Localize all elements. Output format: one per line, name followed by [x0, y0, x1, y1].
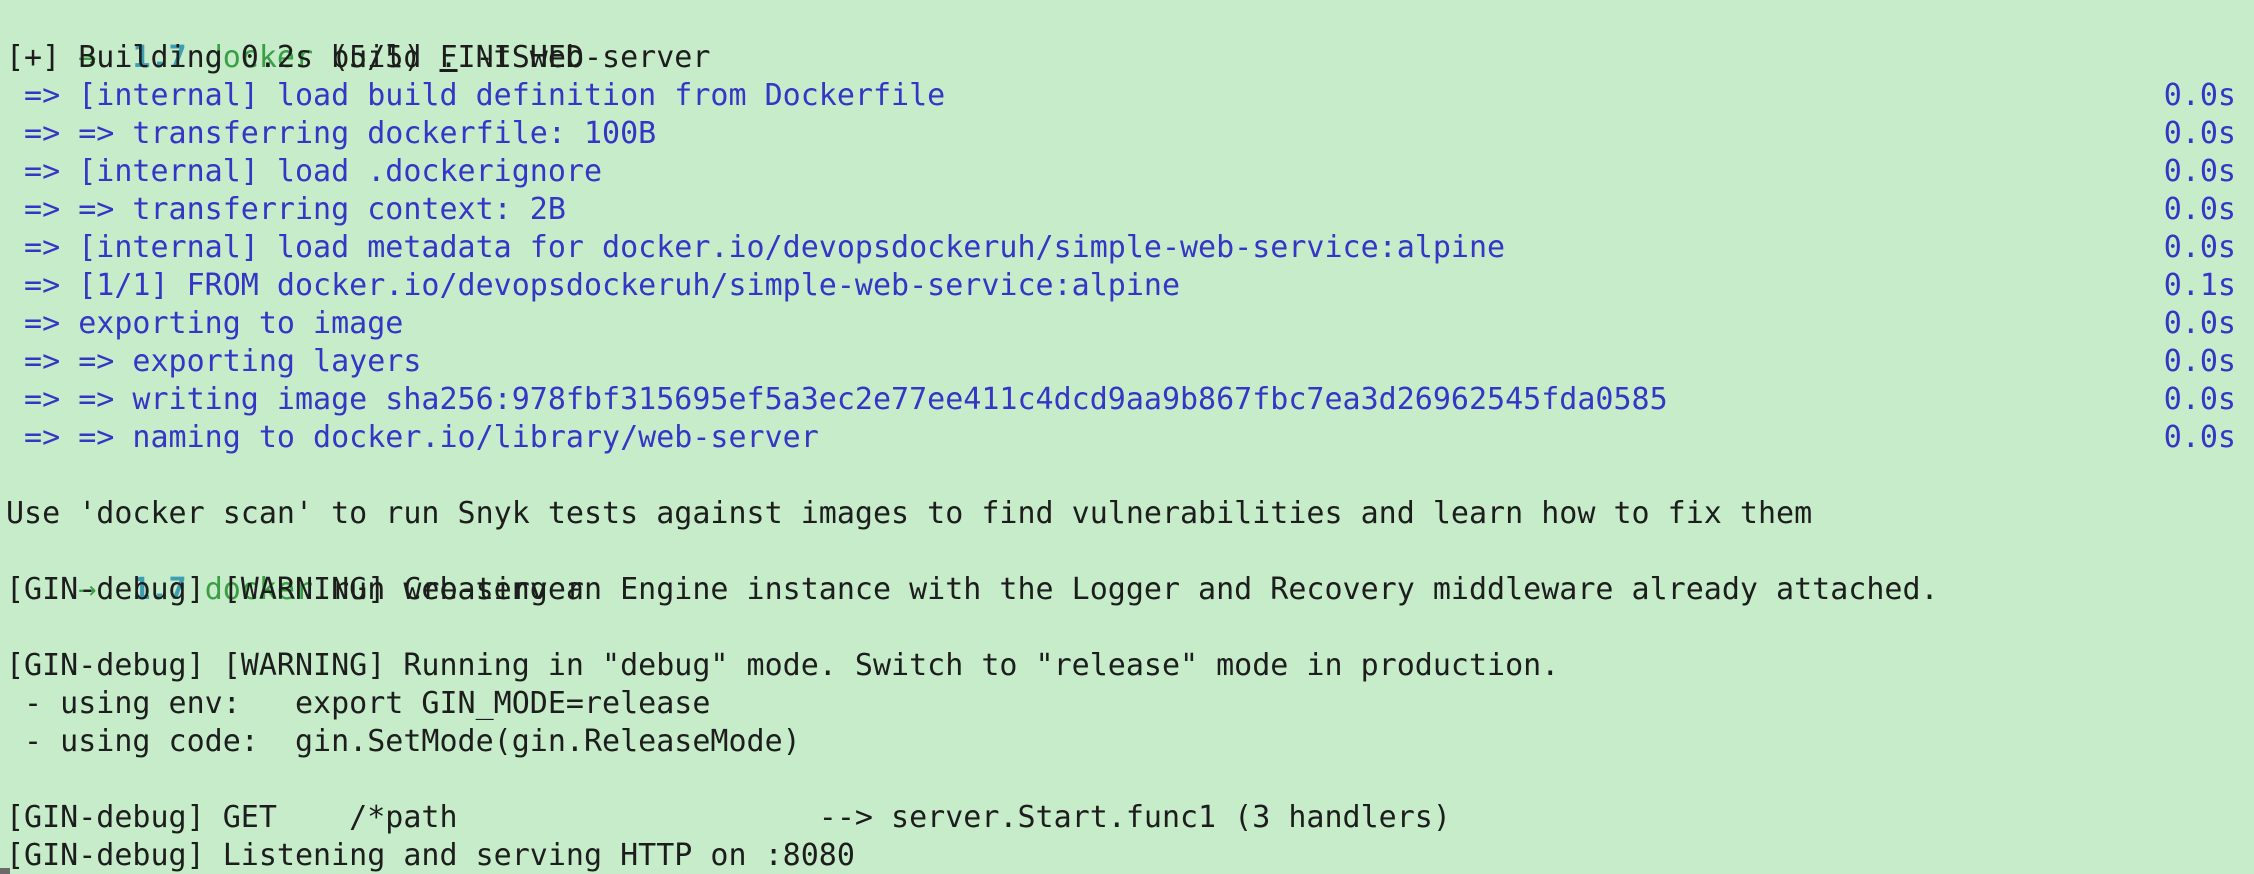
build-step-text: => => transferring context: 2B [6, 192, 566, 227]
build-step: => => naming to docker.io/library/web-se… [0, 419, 2254, 457]
prompt-line-build: → 1.7 docker build . -t web-server [0, 1, 2254, 75]
build-step-text: => [1/1] FROM docker.io/devopsdockeruh/s… [6, 268, 1180, 303]
build-step-text: => => naming to docker.io/library/web-se… [6, 420, 819, 455]
build-step-time: 0.0s [2163, 230, 2236, 265]
gin-output-line: [GIN-debug] [WARNING] Running in "debug"… [6, 648, 1560, 683]
build-header: [+] Building 0.2s (5/5) FINISHED [6, 40, 584, 75]
build-step: => [internal] load build definition from… [0, 77, 2254, 115]
terminal-window[interactable]: → 1.7 docker build . -t web-server [+] B… [0, 0, 2254, 874]
gin-output-line: [GIN-debug] GET /*path --> server.Start.… [6, 800, 1451, 835]
terminal-cursor [0, 868, 10, 874]
build-step-text: => [internal] load .dockerignore [6, 154, 603, 189]
scan-hint: Use 'docker scan' to run Snyk tests agai… [6, 496, 1813, 531]
build-step: => [1/1] FROM docker.io/devopsdockeruh/s… [0, 267, 2254, 305]
build-step-time: 0.0s [2163, 420, 2236, 455]
build-step-text: => => writing image sha256:978fbf315695e… [6, 382, 1668, 417]
build-step-time: 0.0s [2163, 344, 2236, 379]
build-step-text: => [internal] load metadata for docker.i… [6, 230, 1506, 265]
gin-output-line: [GIN-debug] [WARNING] Creating an Engine… [6, 572, 1939, 607]
build-step-time: 0.0s [2163, 154, 2236, 189]
build-step-text: => => transferring dockerfile: 100B [6, 116, 657, 151]
gin-output-line: - using env: export GIN_MODE=release [6, 686, 711, 721]
build-step-time: 0.0s [2163, 306, 2236, 341]
gin-output-line: [GIN-debug] Listening and serving HTTP o… [6, 838, 855, 873]
build-step: => [internal] load metadata for docker.i… [0, 229, 2254, 267]
build-step-time: 0.0s [2163, 116, 2236, 151]
gin-output-line: - using code: gin.SetMode(gin.ReleaseMod… [6, 724, 801, 759]
prompt-line-run: → 1.7 docker run web-server [0, 533, 2254, 607]
build-step-time: 0.0s [2163, 382, 2236, 417]
build-step: => => transferring context: 2B 0.0s [0, 191, 2254, 229]
build-step-time: 0.0s [2163, 78, 2236, 113]
build-step: => => writing image sha256:978fbf315695e… [0, 381, 2254, 419]
build-step: => => exporting layers 0.0s [0, 343, 2254, 381]
build-step: => [internal] load .dockerignore 0.0s [0, 153, 2254, 191]
build-step: => => transferring dockerfile: 100B 0.0s [0, 115, 2254, 153]
build-step-text: => => exporting layers [6, 344, 422, 379]
build-step-text: => exporting to image [6, 306, 404, 341]
build-step-time: 0.0s [2163, 192, 2236, 227]
build-step-time: 0.1s [2163, 268, 2236, 303]
build-step: => exporting to image 0.0s [0, 305, 2254, 343]
build-step-text: => [internal] load build definition from… [6, 78, 946, 113]
